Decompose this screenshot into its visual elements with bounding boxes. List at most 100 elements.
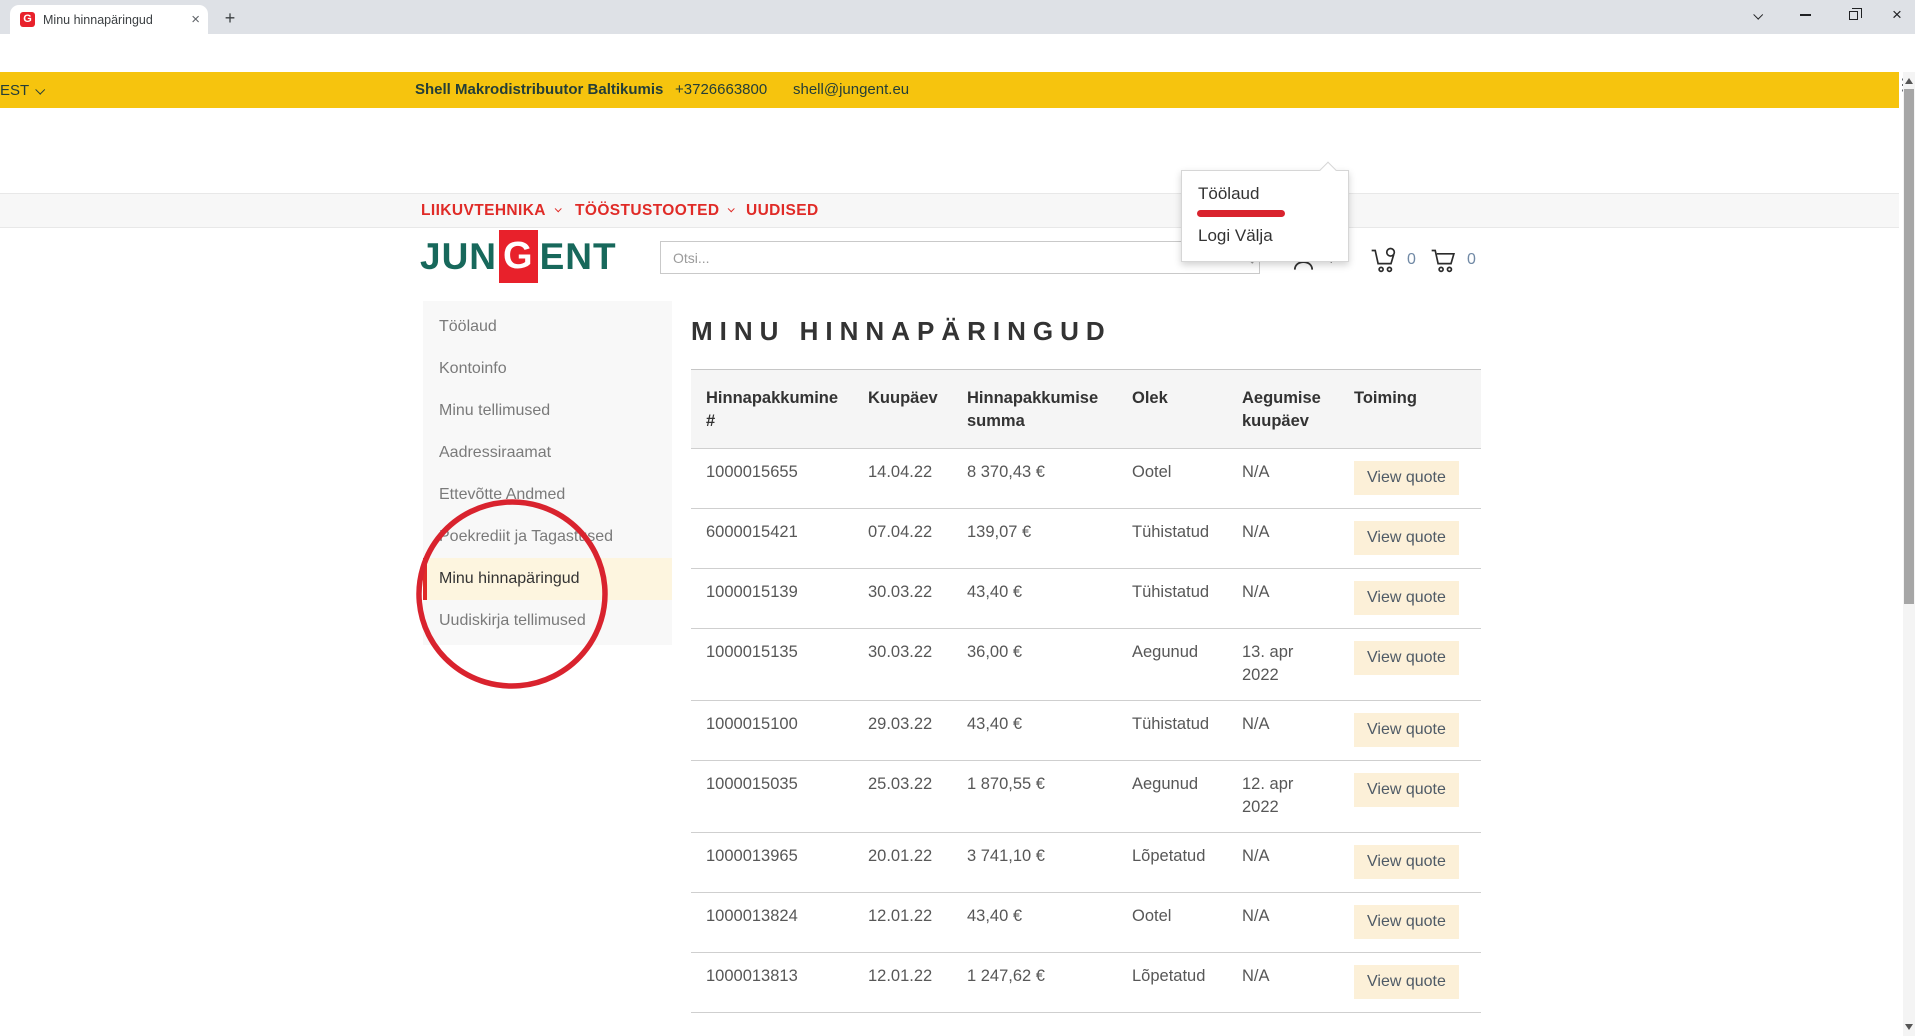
cell-date: 29.03.22	[853, 701, 952, 761]
page-title: MINU HINNAPÄRINGUD	[691, 316, 1481, 347]
cell-sum: 43,40 €	[952, 893, 1117, 953]
browser-tab[interactable]: G Minu hinnapäringud ×	[10, 5, 208, 34]
nav-item-toostustooted[interactable]: TÖÖSTUSTOOTED	[575, 194, 733, 227]
cell-date: 12.01.22	[853, 953, 952, 1013]
sidebar-item-minu-tellimused[interactable]: Minu tellimused	[423, 390, 672, 432]
cell-expiry: N/A	[1227, 569, 1339, 629]
cell-quote-id: 6000015421	[691, 509, 853, 569]
cell-action: View quote	[1339, 629, 1481, 701]
cell-sum: 43,40 €	[952, 569, 1117, 629]
cell-status: Tühistatud	[1117, 701, 1227, 761]
cell-quote-id: 1000015655	[691, 449, 853, 509]
table-row: 6000015421 07.04.22 139,07 € Tühistatud …	[691, 509, 1481, 569]
shopping-cart[interactable]: 0	[1430, 247, 1476, 274]
view-quote-button[interactable]: View quote	[1354, 521, 1459, 555]
cell-status: Lõpetatud	[1117, 953, 1227, 1013]
view-quote-button[interactable]: View quote	[1354, 713, 1459, 747]
cell-quote-id: 1000015035	[691, 761, 853, 833]
nav-item-uudised[interactable]: UUDISED	[746, 194, 819, 227]
cell-quote-id: 1000013965	[691, 833, 853, 893]
scrollbar-thumb[interactable]	[1904, 89, 1914, 604]
nav-item-liikuvtehnika[interactable]: LIIKUVTEHNIKA	[421, 194, 560, 227]
logo-text-right: ENT	[540, 236, 617, 278]
sidebar-item-ettevotte-andmed[interactable]: Ettevõtte Andmed	[423, 474, 672, 516]
contact-email[interactable]: shell@jungent.eu	[793, 72, 909, 108]
view-quote-button[interactable]: View quote	[1354, 845, 1459, 879]
table-row: 1000013965 20.01.22 3 741,10 € Lõpetatud…	[691, 833, 1481, 893]
table-row: 1000015100 29.03.22 43,40 € Tühistatud N…	[691, 701, 1481, 761]
view-quote-button[interactable]: View quote	[1354, 581, 1459, 615]
cell-expiry: N/A	[1227, 953, 1339, 1013]
cart-count: 0	[1467, 251, 1476, 269]
logo-text-left: JUN	[420, 236, 497, 278]
cell-date: 14.04.22	[853, 449, 952, 509]
cell-sum: 1 870,55 €	[952, 761, 1117, 833]
cell-expiry: N/A	[1227, 893, 1339, 953]
view-quote-button[interactable]: View quote	[1354, 965, 1459, 999]
cell-action: View quote	[1339, 509, 1481, 569]
page-scrollbar[interactable]	[1903, 72, 1915, 1036]
cell-quote-id: 1000015135	[691, 629, 853, 701]
quotes-table-body: 1000015655 14.04.22 8 370,43 € Ootel N/A…	[691, 449, 1481, 1013]
col-header-date: Kuupäev	[853, 370, 952, 449]
menu-item-toolaud[interactable]: Töölaud	[1182, 171, 1348, 206]
table-row: 1000015139 30.03.22 43,40 € Tühistatud N…	[691, 569, 1481, 629]
quote-cart[interactable]: 0	[1370, 247, 1416, 274]
cell-quote-id: 1000013813	[691, 953, 853, 1013]
cell-action: View quote	[1339, 761, 1481, 833]
site-header: JUNGENT 0 0	[0, 108, 1899, 193]
scroll-up-icon[interactable]	[1905, 78, 1913, 84]
cell-expiry: N/A	[1227, 509, 1339, 569]
sidebar-item-minu-hinnaparingud[interactable]: Minu hinnapäringud	[423, 558, 672, 600]
cell-status: Ootel	[1117, 893, 1227, 953]
tab-strip: G Minu hinnapäringud × + ×	[0, 0, 1915, 34]
sidebar-item-poekrediit[interactable]: Poekrediit ja Tagastused	[423, 516, 672, 558]
view-quote-button[interactable]: View quote	[1354, 641, 1459, 675]
annotation-underline	[1197, 210, 1285, 217]
cell-status: Aegunud	[1117, 629, 1227, 701]
table-row: 1000015035 25.03.22 1 870,55 € Aegunud 1…	[691, 761, 1481, 833]
view-quote-button[interactable]: View quote	[1354, 461, 1459, 495]
window-close-button[interactable]: ×	[1882, 0, 1912, 30]
cart-icon	[1430, 247, 1460, 274]
cell-expiry: N/A	[1227, 701, 1339, 761]
logo-g-mark: G	[499, 230, 538, 283]
tab-close-icon[interactable]: ×	[191, 11, 200, 28]
language-switcher[interactable]: EST	[0, 72, 1899, 108]
tab-title: Minu hinnapäringud	[43, 13, 185, 27]
sidebar-item-uudiskirja-tellimused[interactable]: Uudiskirja tellimused	[423, 600, 672, 642]
window-restore-button[interactable]	[1838, 0, 1868, 30]
contact-phone[interactable]: +3726663800	[675, 72, 767, 108]
search-input[interactable]	[661, 242, 1259, 273]
cell-date: 20.01.22	[853, 833, 952, 893]
cell-action: View quote	[1339, 569, 1481, 629]
site-logo[interactable]: JUNGENT	[420, 230, 617, 283]
col-header-sum: Hinnapakkumise summa	[952, 370, 1117, 449]
cell-status: Tühistatud	[1117, 509, 1227, 569]
table-row: 1000015135 30.03.22 36,00 € Aegunud 13. …	[691, 629, 1481, 701]
sidebar-item-kontoinfo[interactable]: Kontoinfo	[423, 348, 672, 390]
view-quote-button[interactable]: View quote	[1354, 773, 1459, 807]
cell-expiry: 12. apr 2022	[1227, 761, 1339, 833]
col-header-action: Toiming	[1339, 370, 1481, 449]
sidebar-item-toolaud[interactable]: Töölaud	[423, 306, 672, 348]
cell-date: 30.03.22	[853, 629, 952, 701]
col-header-expiry: Aegumise kuupäev	[1227, 370, 1339, 449]
view-quote-button[interactable]: View quote	[1354, 905, 1459, 939]
cell-sum: 8 370,43 €	[952, 449, 1117, 509]
cell-sum: 36,00 €	[952, 629, 1117, 701]
cell-action: View quote	[1339, 953, 1481, 1013]
sidebar-item-aadressiraamat[interactable]: Aadressiraamat	[423, 432, 672, 474]
cell-status: Tühistatud	[1117, 569, 1227, 629]
quotes-table: Hinnapakkumine # Kuupäev Hinnapakkumise …	[691, 369, 1481, 1013]
new-tab-button[interactable]: +	[218, 7, 242, 31]
window-minimize-button[interactable]	[1790, 0, 1820, 30]
cell-action: View quote	[1339, 701, 1481, 761]
scroll-down-icon[interactable]	[1905, 1024, 1913, 1030]
menu-item-logi-valja[interactable]: Logi Välja	[1182, 219, 1348, 261]
cell-quote-id: 1000015100	[691, 701, 853, 761]
tab-search-icon[interactable]	[1742, 0, 1772, 30]
chevron-down-icon	[555, 205, 562, 212]
language-label: EST	[0, 82, 29, 99]
quote-cart-count: 0	[1407, 251, 1416, 269]
